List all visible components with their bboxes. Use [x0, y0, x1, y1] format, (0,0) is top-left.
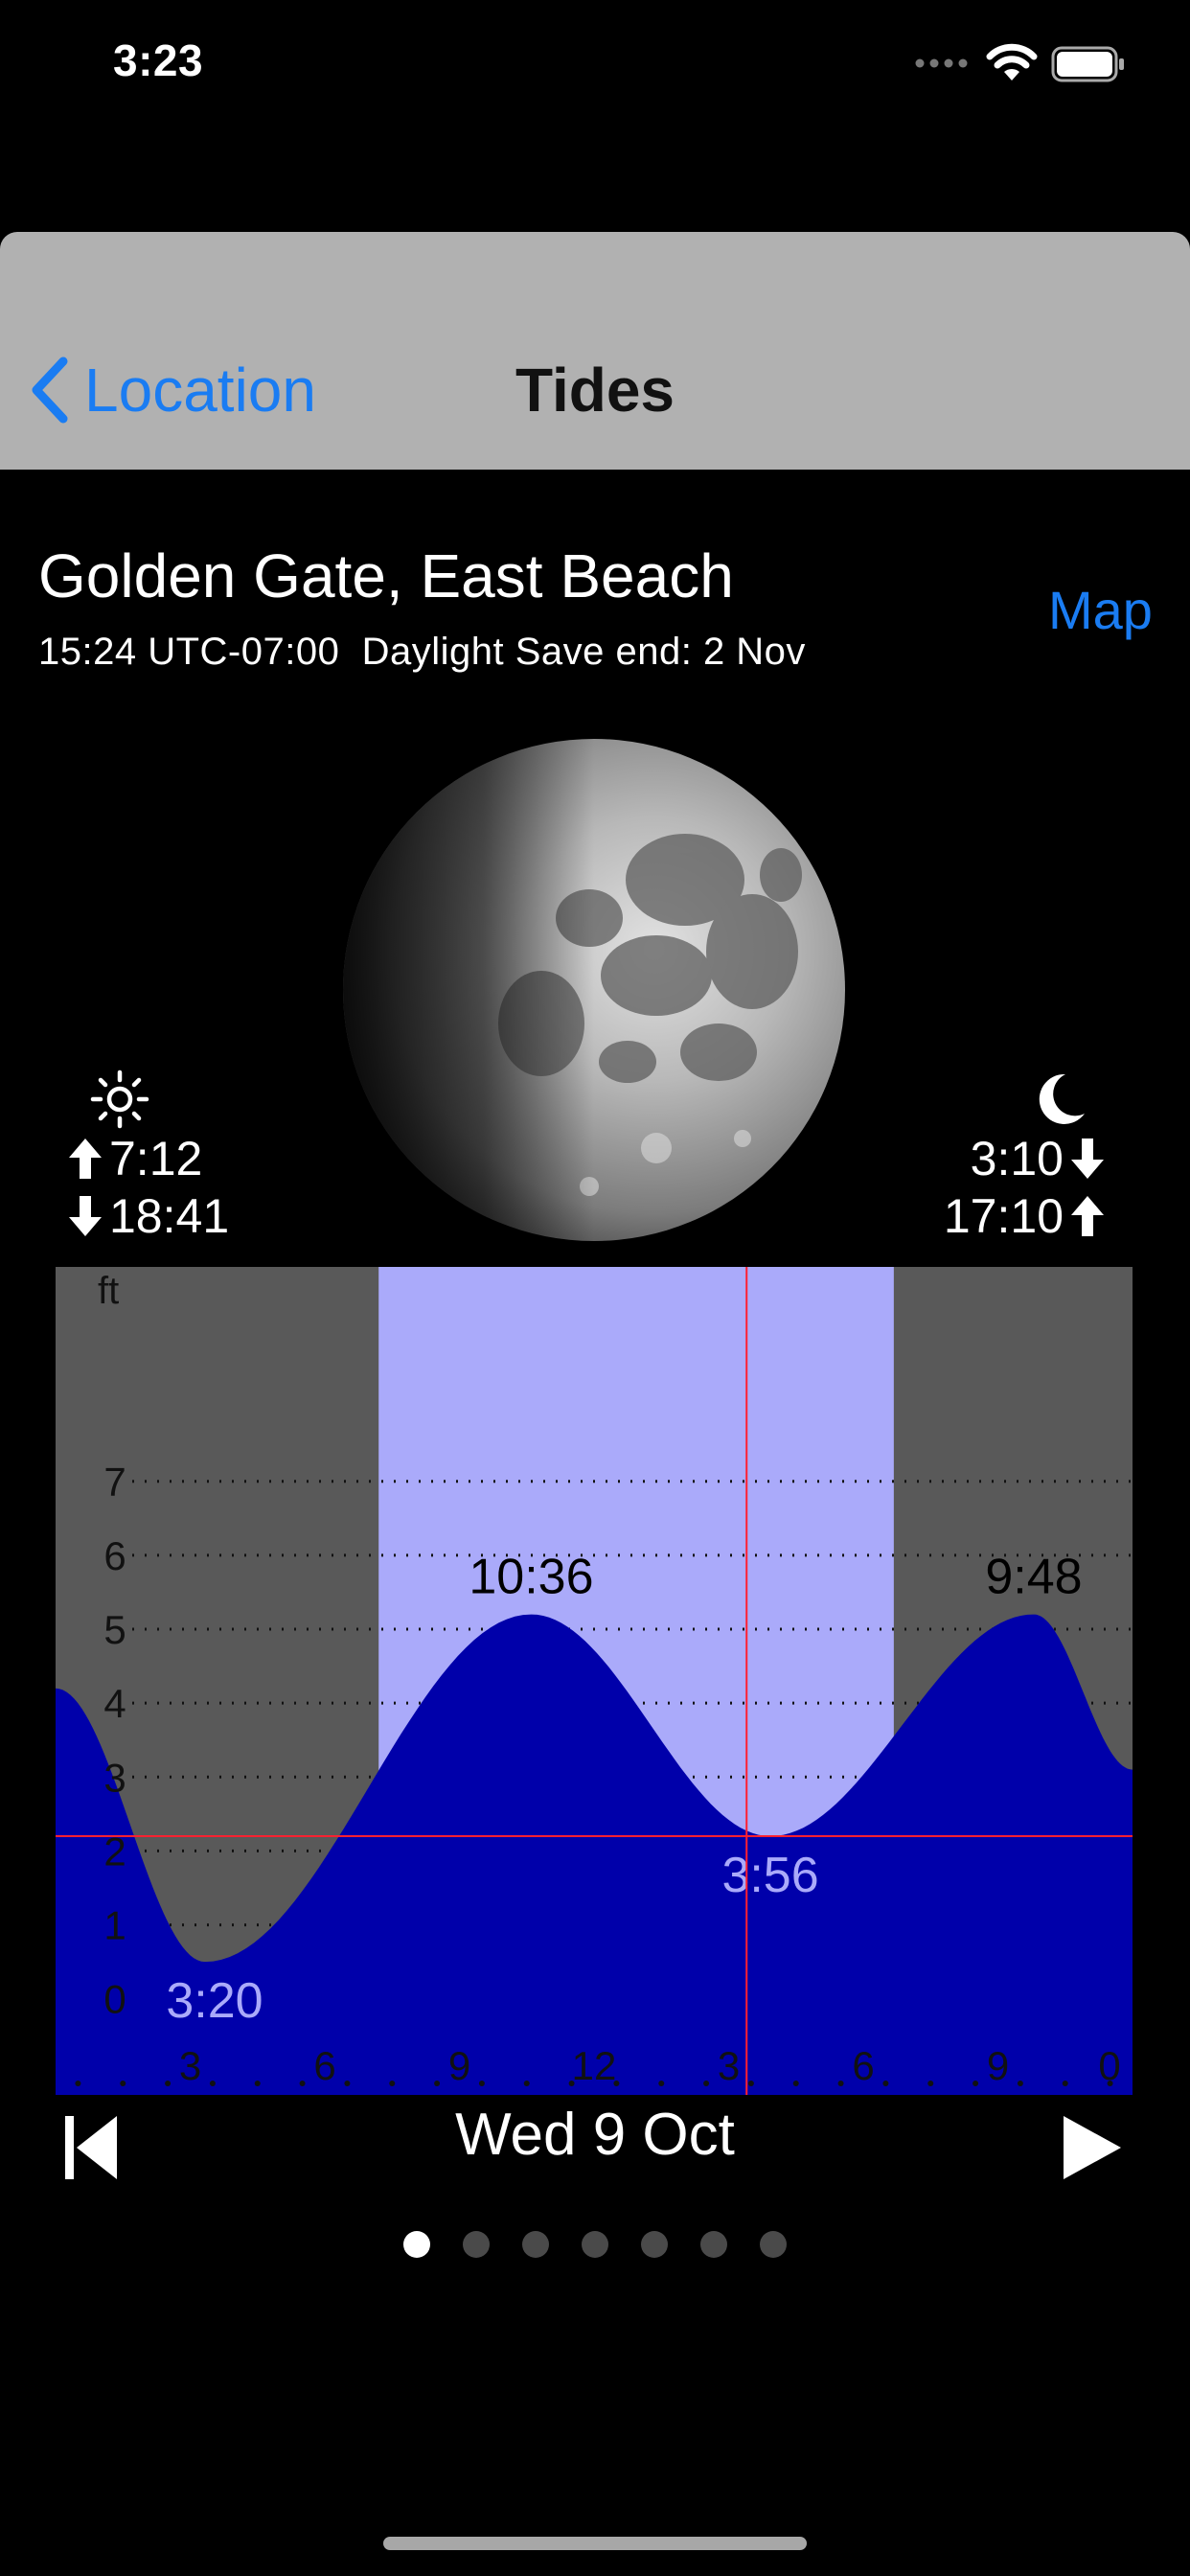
x-tick-label: 9	[448, 2043, 470, 2088]
hour-dot	[927, 2081, 934, 2086]
current-date: Wed 9 Oct	[455, 2102, 735, 2168]
hour-dot	[837, 2081, 844, 2086]
location-time-info: 15:24 UTC-07:00 Daylight Save end: 2 Nov	[38, 631, 806, 673]
x-tick-label: 3	[718, 2043, 740, 2088]
sunset-value: 18:41	[109, 1189, 230, 1243]
moon-phase-image	[343, 739, 845, 1241]
high-tide-label: 9:48	[985, 1550, 1082, 1605]
page-dot[interactable]	[582, 2231, 608, 2258]
hour-dot	[1062, 2081, 1068, 2086]
hour-dot	[299, 2081, 306, 2086]
hour-dot	[658, 2081, 665, 2086]
cellular-signal-icon	[915, 58, 968, 68]
hour-dot	[389, 2081, 396, 2086]
arrow-up-icon	[1071, 1196, 1104, 1236]
y-tick-label: 4	[103, 1681, 126, 1726]
hour-dot	[478, 2081, 485, 2086]
hour-dot	[165, 2081, 172, 2086]
back-button-label: Location	[84, 356, 316, 425]
previous-day-button[interactable]	[63, 2114, 121, 2181]
hour-dot	[1017, 2081, 1023, 2086]
moonrise-value: 17:10	[943, 1189, 1064, 1243]
x-tick-label: 6	[313, 2043, 335, 2088]
y-tick-label: 7	[103, 1460, 126, 1505]
hour-dot	[254, 2081, 261, 2086]
hour-dot	[703, 2081, 710, 2086]
hour-dot	[973, 2081, 979, 2086]
x-tick-label: 9	[987, 2043, 1009, 2088]
page-dot[interactable]	[700, 2231, 727, 2258]
sun-icon	[90, 1070, 149, 1129]
map-link[interactable]: Map	[1048, 579, 1153, 641]
page-dot[interactable]	[641, 2231, 668, 2258]
moonset-value: 3:10	[970, 1132, 1064, 1185]
arrow-down-icon	[69, 1196, 102, 1236]
hour-dot	[882, 2081, 889, 2086]
low-tide-label: 3:20	[166, 1973, 263, 2029]
home-indicator[interactable]	[383, 2537, 807, 2550]
hour-dot	[747, 2081, 754, 2086]
page-indicator[interactable]	[0, 2231, 1190, 2258]
back-button[interactable]: Location	[29, 347, 316, 433]
y-tick-label: 0	[103, 1977, 126, 2022]
arrow-down-icon	[1071, 1138, 1104, 1179]
y-tick-label: 1	[103, 1903, 126, 1948]
hour-dot	[120, 2081, 126, 2086]
arrow-up-icon	[69, 1138, 102, 1179]
y-axis-unit-label: ft	[98, 1270, 119, 1312]
crescent-moon-icon	[1039, 1073, 1085, 1124]
x-tick-label: 0	[1098, 2043, 1120, 2088]
y-tick-label: 3	[103, 1755, 126, 1800]
y-tick-label: 6	[103, 1533, 126, 1578]
wifi-icon	[986, 43, 1038, 80]
y-tick-label: 5	[103, 1607, 126, 1652]
x-tick-label: 6	[852, 2043, 874, 2088]
moonrise-time: 17:10	[944, 1188, 1111, 1244]
page-dot[interactable]	[760, 2231, 787, 2258]
page-dot[interactable]	[463, 2231, 490, 2258]
sunrise-time: 7:12	[61, 1131, 202, 1186]
status-time: 3:23	[113, 35, 204, 85]
hour-dot	[434, 2081, 441, 2086]
sunrise-value: 7:12	[109, 1132, 203, 1185]
hour-dot	[209, 2081, 216, 2086]
x-tick-label: 3	[179, 2043, 201, 2088]
tide-chart[interactable]: 01234567 3 6 9 12 3 6 9 0 3:2010:363:569:48 ft	[56, 1267, 1133, 2095]
page-dot[interactable]	[403, 2231, 430, 2258]
hour-dot	[75, 2081, 81, 2086]
next-day-button[interactable]	[1062, 2114, 1123, 2181]
page-dot[interactable]	[522, 2231, 549, 2258]
sunset-time: 18:41	[61, 1188, 229, 1244]
moonset-time: 3:10	[971, 1131, 1111, 1186]
high-tide-label: 10:36	[469, 1550, 593, 1605]
location-name: Golden Gate, East Beach	[38, 541, 734, 610]
x-tick-label: 12	[572, 2043, 617, 2088]
hour-dot	[523, 2081, 530, 2086]
low-tide-label: 3:56	[721, 1848, 818, 1903]
battery-icon	[1051, 46, 1124, 82]
hour-dot	[792, 2081, 799, 2086]
chevron-left-icon	[32, 356, 68, 424]
hour-dot	[344, 2081, 351, 2086]
